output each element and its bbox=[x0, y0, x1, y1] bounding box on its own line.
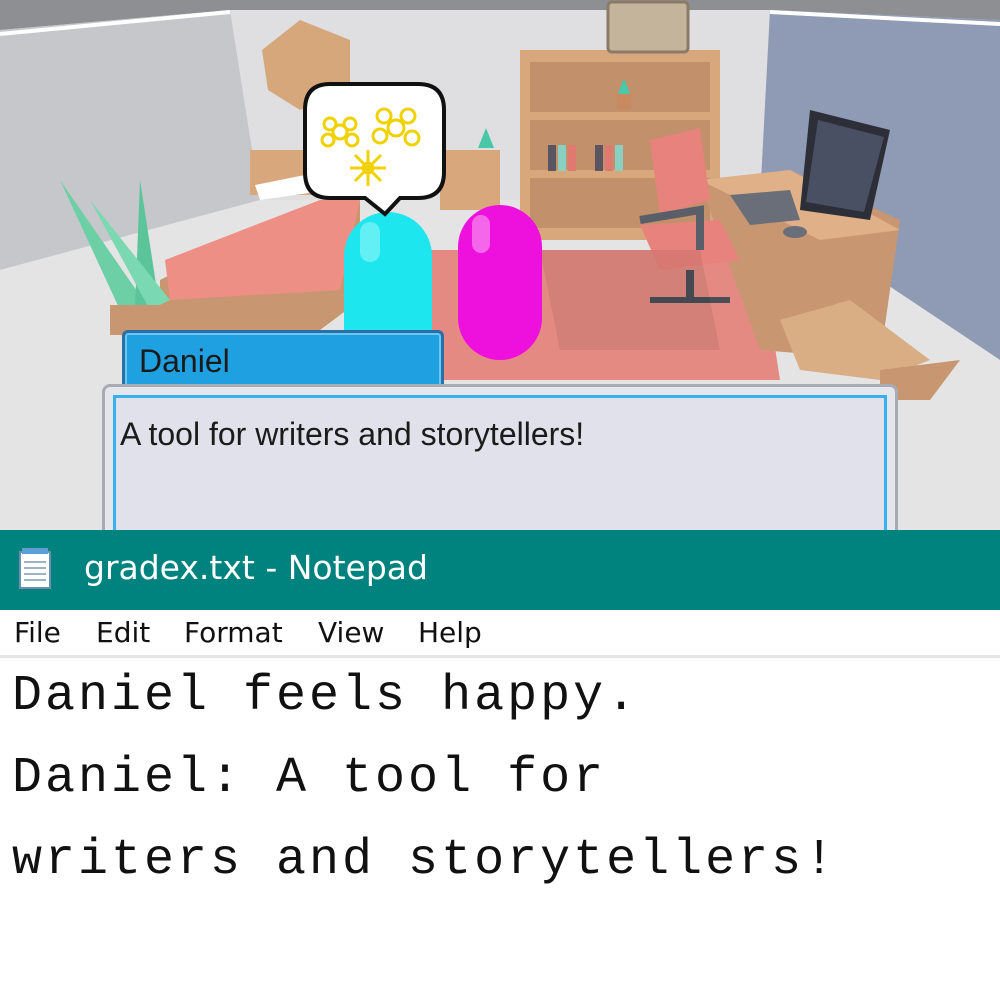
menu-file[interactable]: File bbox=[14, 616, 61, 649]
notepad-icon bbox=[19, 548, 51, 589]
text-editor[interactable]: Daniel feels happy. Daniel: A tool for w… bbox=[0, 658, 1000, 1000]
editor-line-3: writers and storytellers! bbox=[12, 832, 838, 889]
editor-line-2: Daniel: A tool for bbox=[12, 750, 607, 807]
menu-bar: File Edit Format View Help bbox=[0, 610, 1000, 658]
menu-format[interactable]: Format bbox=[184, 616, 283, 649]
menu-help[interactable]: Help bbox=[418, 616, 482, 649]
dialog-inner: A tool for writers and storytellers! bbox=[113, 395, 887, 530]
menu-edit[interactable]: Edit bbox=[96, 616, 150, 649]
game-scene: Daniel A tool for writers and storytelle… bbox=[0, 0, 1000, 530]
editor-line-1: Daniel feels happy. bbox=[12, 668, 640, 725]
dialog-text: A tool for writers and storytellers! bbox=[120, 416, 585, 452]
menu-view[interactable]: View bbox=[318, 616, 384, 649]
window-title: gradex.txt - Notepad bbox=[84, 548, 428, 587]
notepad-titlebar[interactable]: gradex.txt - Notepad bbox=[0, 530, 1000, 610]
speaker-name-box: Daniel bbox=[122, 330, 444, 386]
radio bbox=[606, 0, 690, 54]
dialog-box[interactable]: A tool for writers and storytellers! bbox=[102, 384, 898, 530]
magenta-character bbox=[458, 205, 542, 360]
speaker-name: Daniel bbox=[139, 343, 230, 379]
thought-bubble bbox=[303, 82, 446, 217]
